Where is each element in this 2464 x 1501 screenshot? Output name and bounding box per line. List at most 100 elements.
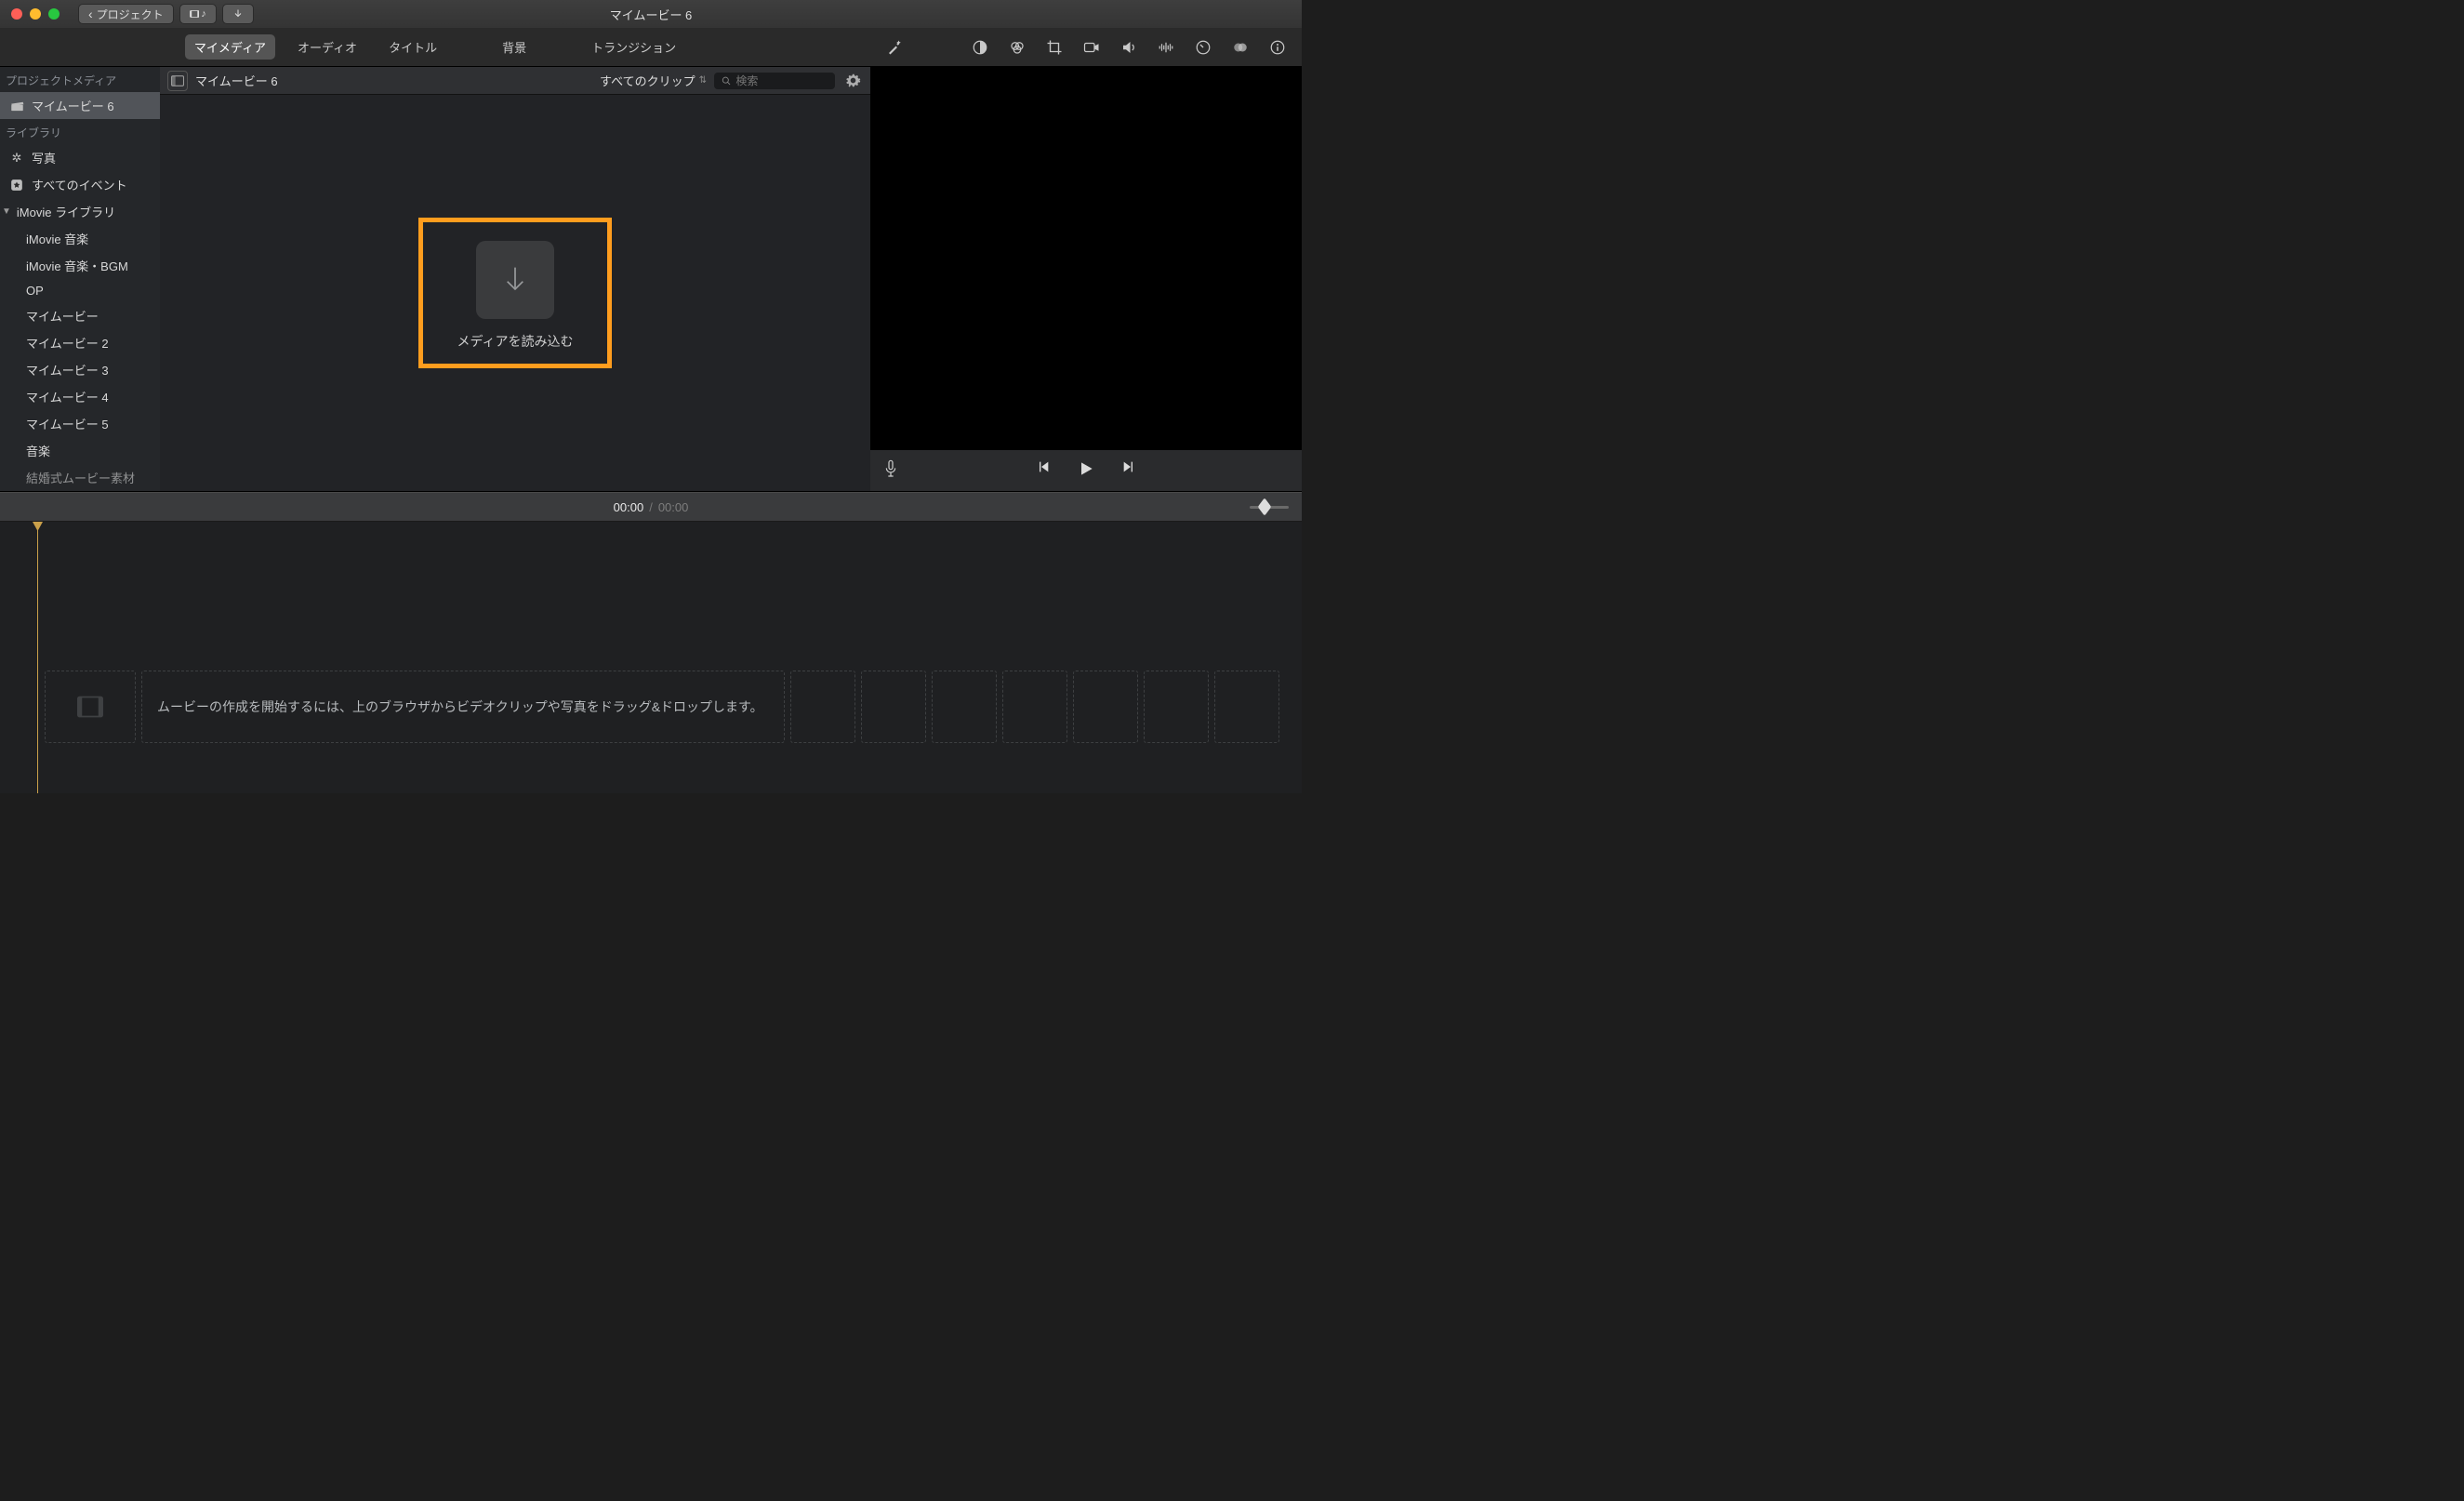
playhead[interactable]: [37, 522, 38, 793]
go-to-start-button[interactable]: [1036, 459, 1051, 483]
viewer-panel: [870, 67, 1302, 491]
video-preview[interactable]: [870, 67, 1302, 450]
color-balance-icon[interactable]: [971, 38, 989, 57]
skip-forward-icon: [1121, 459, 1136, 474]
timeline-drop-slot[interactable]: [1002, 671, 1067, 743]
info-icon[interactable]: [1268, 38, 1287, 57]
timeline-drop-slot[interactable]: [790, 671, 855, 743]
skip-back-icon: [1036, 459, 1051, 474]
browser-settings-button[interactable]: [842, 71, 863, 91]
voiceover-button[interactable]: [883, 459, 898, 483]
filmstrip-icon: [77, 696, 103, 718]
toggle-sidebar-button[interactable]: [167, 71, 188, 91]
sidebar-project-label: マイムービー 6: [32, 97, 114, 114]
go-to-end-button[interactable]: [1121, 459, 1136, 483]
timecode-separator: /: [649, 500, 653, 514]
sidebar-all-events-label: すべてのイベント: [32, 176, 127, 193]
media-browser: マイムービー 6 すべてのクリップ ⇅ メディアを読み込む: [160, 67, 870, 491]
sidebar-item-current-project[interactable]: マイムービー 6: [0, 92, 160, 119]
sidebar-item-photos[interactable]: ✲ 写真: [0, 144, 160, 171]
flower-icon: ✲: [9, 151, 24, 166]
sidebar-item-event[interactable]: マイムービー 3: [0, 356, 160, 383]
transport-bar: [870, 450, 1302, 491]
sidebar-item-event[interactable]: マイムービー 2: [0, 329, 160, 356]
timeline-drop-slot[interactable]: [45, 671, 136, 743]
search-field[interactable]: [714, 73, 835, 89]
back-label: プロジェクト: [97, 7, 164, 22]
minimize-window-button[interactable]: [30, 8, 41, 20]
timecode-total: 00:00: [658, 500, 689, 514]
sidebar-item-event[interactable]: iMovie 音楽・BGM: [0, 252, 160, 279]
close-window-button[interactable]: [11, 8, 22, 20]
tab-titles[interactable]: タイトル: [379, 34, 446, 60]
media-import-button[interactable]: ♪: [179, 4, 217, 24]
sidebar-item-event[interactable]: 結婚式ムービー素材: [0, 464, 160, 491]
chevron-left-icon: ‹: [88, 7, 93, 21]
timeline-drop-slot[interactable]: [861, 671, 926, 743]
sidebar-item-all-events[interactable]: すべてのイベント: [0, 171, 160, 198]
sidebar-imovie-library-label: iMovie ライブラリ: [17, 203, 115, 220]
browser-body: メディアを読み込む: [160, 95, 870, 491]
timeline-drop-slot[interactable]: [1214, 671, 1279, 743]
timecode-current: 00:00: [614, 500, 644, 514]
import-media-label: メディアを読み込む: [457, 332, 573, 351]
clapperboard-icon: [9, 100, 24, 112]
window-title-bar: ‹ プロジェクト ♪ マイムービー 6: [0, 0, 1302, 28]
tab-backgrounds[interactable]: 背景: [493, 34, 536, 60]
media-tabstrip: マイメディア オーディオ タイトル 背景 トランジション: [0, 28, 1302, 67]
star-icon: [9, 179, 24, 192]
stabilization-icon[interactable]: [1082, 38, 1101, 57]
timeline-drop-slot[interactable]: [1144, 671, 1209, 743]
timeline-drop-slot[interactable]: [1073, 671, 1138, 743]
noise-equalizer-icon[interactable]: [1157, 38, 1175, 57]
updown-icon: ⇅: [699, 75, 707, 86]
crop-icon[interactable]: [1045, 38, 1064, 57]
gear-icon: [845, 73, 861, 88]
disclosure-triangle-icon[interactable]: ▼: [2, 206, 11, 217]
download-arrow-icon: [497, 261, 534, 299]
music-note-icon: ♪: [201, 8, 206, 20]
speed-icon[interactable]: [1194, 38, 1212, 57]
sidebar-item-event[interactable]: OP: [0, 279, 160, 302]
sidebar-item-event[interactable]: マイムービー: [0, 302, 160, 329]
timecode-bar: 00:00 / 00:00: [0, 492, 1302, 522]
clip-filter-icon[interactable]: [1231, 38, 1250, 57]
sidebar-item-event[interactable]: 音楽: [0, 437, 160, 464]
sidebar-toggle-icon: [171, 75, 184, 86]
sidebar-item-event[interactable]: iMovie 音楽: [0, 225, 160, 252]
tab-transitions[interactable]: トランジション: [582, 34, 685, 60]
sidebar-item-imovie-library[interactable]: ▼ iMovie ライブラリ: [0, 198, 160, 225]
timeline-drop-slot[interactable]: [932, 671, 997, 743]
zoom-window-button[interactable]: [48, 8, 60, 20]
sidebar-item-event[interactable]: マイムービー 5: [0, 410, 160, 437]
color-correction-icon[interactable]: [1008, 38, 1027, 57]
sidebar: プロジェクトメディア マイムービー 6 ライブラリ ✲ 写真 すべてのイベント …: [0, 67, 160, 491]
import-arrow-button[interactable]: [222, 4, 254, 24]
traffic-lights: [11, 8, 60, 20]
sidebar-photos-label: 写真: [32, 149, 56, 166]
play-button[interactable]: [1077, 459, 1095, 483]
sidebar-section-library: ライブラリ: [0, 119, 160, 144]
window-title: マイムービー 6: [610, 6, 693, 23]
timeline-hint-slot[interactable]: ムービーの作成を開始するには、上のブラウザからビデオクリップや写真をドラッグ&ド…: [141, 671, 785, 743]
clip-filter-label: すべてのクリップ: [600, 72, 695, 89]
tab-mymedia[interactable]: マイメディア: [185, 34, 275, 60]
back-to-projects-button[interactable]: ‹ プロジェクト: [78, 4, 174, 24]
sidebar-section-project: プロジェクトメディア: [0, 67, 160, 92]
import-media-button[interactable]: [476, 241, 554, 319]
timeline-drop-row: ムービーの作成を開始するには、上のブラウザからビデオクリップや写真をドラッグ&ド…: [45, 671, 1289, 743]
enhance-wand-icon[interactable]: [885, 38, 904, 57]
browser-header: マイムービー 6 すべてのクリップ ⇅: [160, 67, 870, 95]
download-arrow-icon: [232, 7, 244, 20]
search-input[interactable]: [735, 74, 828, 87]
search-icon: [722, 75, 731, 86]
sidebar-item-event[interactable]: マイムービー 4: [0, 383, 160, 410]
timeline-zoom-slider[interactable]: [1250, 506, 1289, 509]
tab-audio[interactable]: オーディオ: [288, 34, 366, 60]
volume-icon[interactable]: [1119, 38, 1138, 57]
zoom-thumb[interactable]: [1258, 498, 1272, 515]
play-icon: [1077, 459, 1095, 478]
clip-filter-dropdown[interactable]: すべてのクリップ ⇅: [600, 72, 707, 89]
zoom-track[interactable]: [1250, 506, 1289, 509]
timeline[interactable]: ムービーの作成を開始するには、上のブラウザからビデオクリップや写真をドラッグ&ド…: [0, 522, 1302, 793]
